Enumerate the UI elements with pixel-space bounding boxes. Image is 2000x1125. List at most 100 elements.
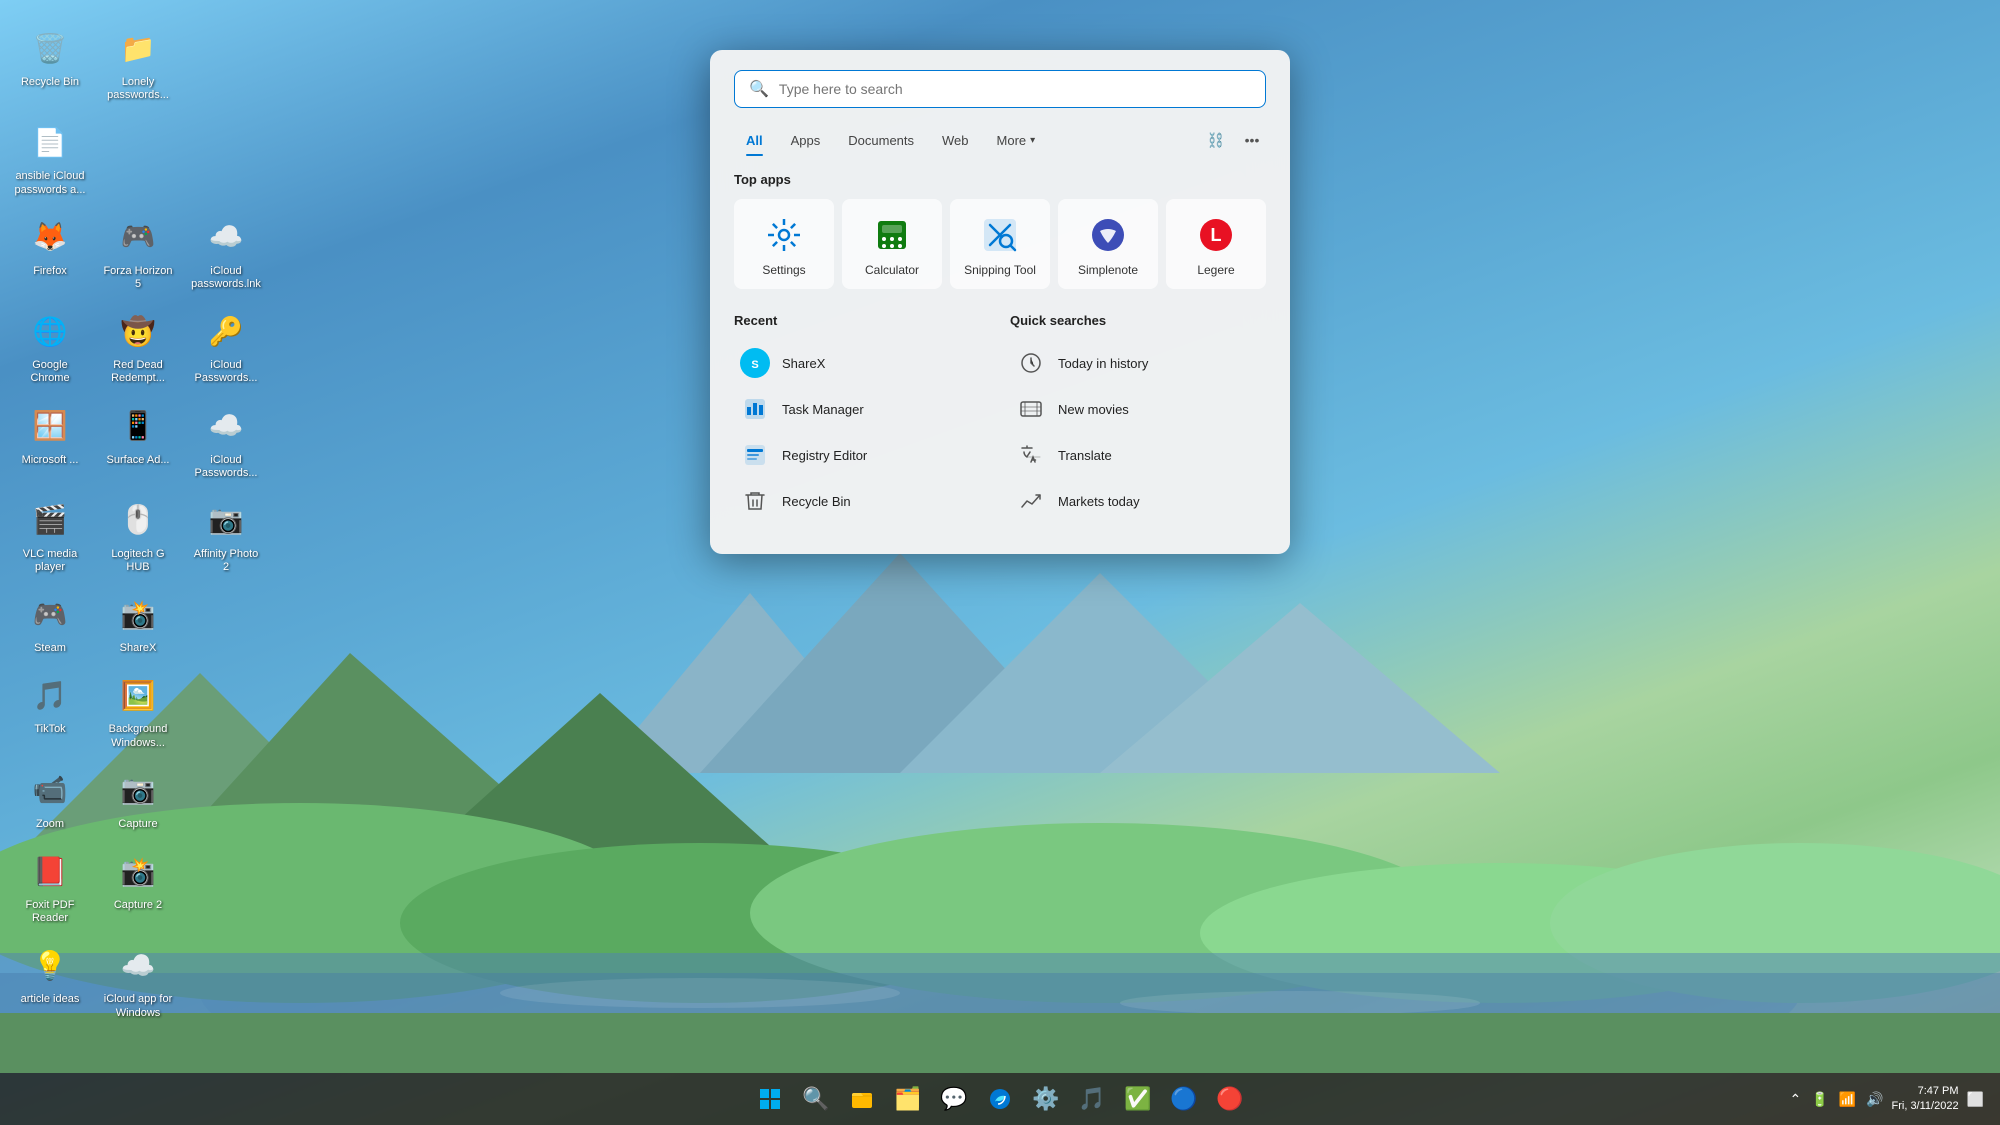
recent-item-sharex[interactable]: S ShareX [734,340,990,386]
taskbar-spotify-button[interactable]: 🎵 [1072,1079,1112,1119]
top-apps-header: Top apps [734,172,1266,187]
search-icon: 🔍 [749,79,769,99]
taskbar-fileexplorer-button[interactable] [842,1079,882,1119]
desktop-icon-lonely[interactable]: 📁 Lonely passwords... [98,20,178,106]
legere-app-label: Legere [1197,263,1234,277]
app-tile-calculator[interactable]: Calculator [842,199,942,289]
quick-item-translate[interactable]: Translate [1010,432,1266,478]
desktop-icon-background[interactable]: 🖼️ Background Windows... [98,667,178,753]
translate-icon [1016,440,1046,470]
taskbar-battery-icon: 🔋 [1811,1091,1828,1108]
settings-app-icon [764,215,804,255]
desktop-icon-rdr[interactable]: 🤠 Red Dead Redempt... [98,303,178,389]
simplenote-app-label: Simplenote [1078,263,1138,277]
desktop-icon-icloud-app[interactable]: ☁️ iCloud app for Windows [98,937,178,1023]
taskmanager-icon [740,394,770,424]
snipping-app-label: Snipping Tool [964,263,1036,277]
movies-icon [1016,394,1046,424]
desktop-icon-affinity[interactable]: 📷 Affinity Photo 2 [186,492,266,578]
desktop-icon-icloud2[interactable]: 🔑 iCloud Passwords... [186,303,266,389]
desktop-icon-chrome[interactable]: 🌐 Google Chrome [10,303,90,389]
taskbar-folder-button[interactable]: 🗂️ [888,1079,928,1119]
desktop-icon-firefox[interactable]: 🦊 Firefox [10,209,90,295]
recent-item-recyclebin[interactable]: Recycle Bin [734,478,990,524]
taskbar-whatsapp-button[interactable]: 💬 [934,1079,974,1119]
taskbar-ticktick-button[interactable]: ✅ [1118,1079,1158,1119]
tab-all[interactable]: All [734,127,775,154]
snipping-app-icon [980,215,1020,255]
start-menu: 🔍 All Apps Documents Web More ▾ ⛓️ ••• T… [710,50,1290,554]
recent-item-registry-label: Registry Editor [782,448,867,463]
calculator-app-label: Calculator [865,263,919,277]
landscape-svg [0,473,2000,1073]
desktop-icon-steam[interactable]: 🎮 Steam [10,586,90,659]
desktop-icon-microsoft[interactable]: 🪟 Microsoft ... [10,398,90,484]
taskbar-clock[interactable]: 7:47 PM Fri, 3/11/2022 [1892,1084,1959,1115]
app-tile-legere[interactable]: L Legere [1166,199,1266,289]
quick-item-movies[interactable]: New movies [1010,386,1266,432]
desktop-icon-capture[interactable]: 📷 Capture [98,762,178,835]
tab-more[interactable]: More ▾ [985,127,1048,154]
desktop-icon-sharex[interactable]: 📸 ShareX [98,586,178,659]
taskbar-date-display: Fri, 3/11/2022 [1892,1099,1959,1114]
desktop-icon-article[interactable]: 💡 article ideas [10,937,90,1023]
quick-item-markets[interactable]: Markets today [1010,478,1266,524]
taskbar-overflow-icon[interactable]: ⌃ [1789,1091,1801,1108]
desktop-icon-tiktok[interactable]: 🎵 TikTok [10,667,90,753]
recent-header: Recent [734,313,990,328]
top-apps-grid: Settings Calculator [734,199,1266,289]
taskbar-brave-button[interactable]: 🔴 [1210,1079,1250,1119]
desktop-icon-capture2[interactable]: 📸 Capture 2 [98,843,178,929]
settings-icon[interactable]: ⛓️ [1202,126,1230,154]
history-icon [1016,348,1046,378]
quick-item-history[interactable]: Today in history [1010,340,1266,386]
more-options-icon[interactable]: ••• [1238,126,1266,154]
taskbar-start-button[interactable] [750,1079,790,1119]
desktop-icon-forza[interactable]: 🎮 Forza Horizon 5 [98,209,178,295]
recent-col: Recent S ShareX [734,313,990,524]
settings-app-label: Settings [762,263,805,277]
recent-item-taskmanager[interactable]: Task Manager [734,386,990,432]
app-tile-simplenote[interactable]: Simplenote [1058,199,1158,289]
simplenote-app-icon [1088,215,1128,255]
quick-item-history-label: Today in history [1058,356,1148,371]
app-tile-snipping[interactable]: Snipping Tool [950,199,1050,289]
taskbar-settings-button[interactable]: ⚙️ [1026,1079,1066,1119]
two-col-section: Recent S ShareX [734,313,1266,524]
recent-item-recyclebin-label: Recycle Bin [782,494,851,509]
notification-icons: ⌃ 🔋 📶 🔊 [1789,1091,1883,1108]
desktop-icon-icloud3[interactable]: ☁️ iCloud Passwords... [186,398,266,484]
taskbar-volume-icon: 🔊 [1866,1091,1883,1108]
taskbar-edge-button[interactable] [980,1079,1020,1119]
taskbar-search-button[interactable]: 🔍 [796,1079,836,1119]
desktop-icon-icloud1[interactable]: ☁️ iCloud passwords.lnk [186,209,266,295]
desktop-icon-logitech[interactable]: 🖱️ Logitech G HUB [98,492,178,578]
quick-item-markets-label: Markets today [1058,494,1140,509]
tab-documents[interactable]: Documents [836,127,926,154]
search-bar[interactable]: 🔍 [734,70,1266,108]
markets-icon [1016,486,1046,516]
taskbar-right: ⌃ 🔋 📶 🔊 7:47 PM Fri, 3/11/2022 ⬜ [1789,1073,1984,1125]
recent-item-registry[interactable]: Registry Editor [734,432,990,478]
taskbar-dell-button[interactable]: 🔵 [1164,1079,1204,1119]
desktop-icon-vlc[interactable]: 🎬 VLC media player [10,492,90,578]
desktop-icon-ansible[interactable]: 📄 ansible iCloud passwords a... [10,114,90,200]
desktop-icon-zoom[interactable]: 📹 Zoom [10,762,90,835]
search-input[interactable] [779,81,1251,97]
taskbar-center: 🔍 🗂️ 💬 ⚙️ 🎵 ✅ 🔵 🔴 [750,1079,1250,1119]
desktop-icons: 🗑️ Recycle Bin 📁 Lonely passwords... 📄 a… [10,20,266,1024]
taskbar-time-display: 7:47 PM [1918,1084,1959,1099]
quick-searches-header: Quick searches [1010,313,1266,328]
sharex-icon: S [740,348,770,378]
desktop-icon-recycle-bin[interactable]: 🗑️ Recycle Bin [10,20,90,106]
svg-text:L: L [1211,225,1222,245]
desktop-icon-surface[interactable]: 📱 Surface Ad... [98,398,178,484]
tab-apps[interactable]: Apps [779,127,833,154]
taskbar: 🔍 🗂️ 💬 ⚙️ 🎵 ✅ 🔵 🔴 [0,1073,2000,1125]
app-tile-settings[interactable]: Settings [734,199,834,289]
tab-web[interactable]: Web [930,127,981,154]
taskbar-notification-button[interactable]: ⬜ [1967,1091,1984,1108]
desktop-icon-foxit[interactable]: 📕 Foxit PDF Reader [10,843,90,929]
calculator-app-icon [872,215,912,255]
recyclebin-icon [740,486,770,516]
